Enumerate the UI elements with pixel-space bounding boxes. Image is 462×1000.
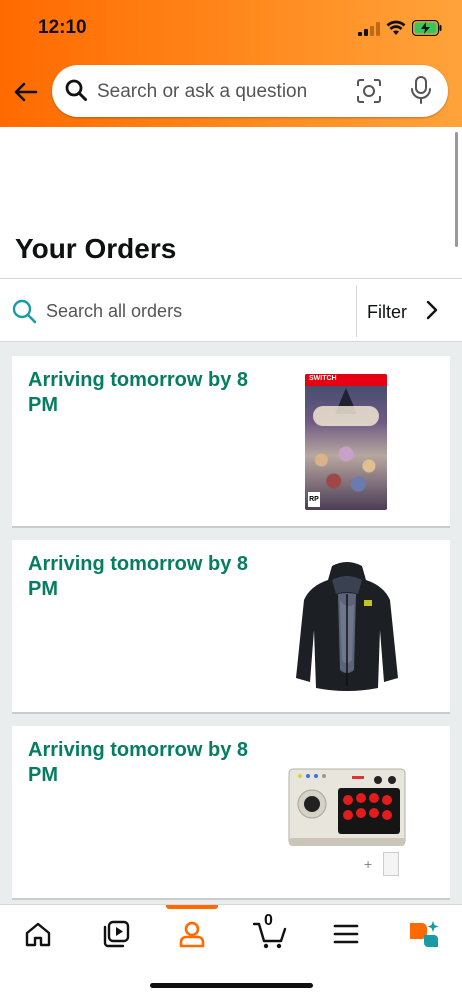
status-time: 12:10 <box>38 17 87 38</box>
account-icon[interactable] <box>177 919 207 949</box>
video-icon[interactable] <box>101 919 131 949</box>
order-card[interactable]: Arriving tomorrow by 8 PM + <box>12 726 450 900</box>
plus-icon: + <box>364 856 373 872</box>
microphone-icon[interactable] <box>410 76 432 104</box>
wifi-icon <box>386 20 406 35</box>
back-arrow-icon[interactable] <box>12 78 40 106</box>
delivery-status: Arriving tomorrow by 8 PM <box>28 739 249 786</box>
delivery-status: Arriving tomorrow by 8 PM <box>28 553 249 600</box>
order-card[interactable]: Arriving tomorrow by 8 PM SWITCH RP <box>12 356 450 528</box>
jacket-image[interactable] <box>292 560 402 692</box>
cart-count: 0 <box>264 912 273 929</box>
order-card[interactable]: Arriving tomorrow by 8 PM <box>12 540 450 714</box>
order-search-row: Search all orders Filter <box>0 278 462 342</box>
search-placeholder[interactable]: Search or ask a question <box>97 81 307 103</box>
battery-charging-icon <box>412 20 442 36</box>
divider <box>356 285 357 337</box>
app-header: 12:10 Search or ask a question <box>0 0 462 127</box>
search-bar[interactable]: Search or ask a question <box>52 65 448 117</box>
order-search-input[interactable]: Search all orders <box>46 301 182 322</box>
order-list: Arriving tomorrow by 8 PM SWITCH RP Arri… <box>0 342 462 904</box>
game-cover-image[interactable]: SWITCH RP <box>305 374 387 510</box>
delivery-status: Arriving tomorrow by 8 PM <box>28 369 249 416</box>
rufus-icon[interactable] <box>407 919 441 949</box>
status-bar: 12:10 <box>0 0 462 58</box>
search-icon <box>12 299 37 324</box>
arcade-stick-image[interactable] <box>288 768 406 848</box>
chevron-right-icon[interactable] <box>424 299 440 321</box>
page-title: Your Orders <box>15 233 177 264</box>
search-icon <box>65 79 87 101</box>
cellular-signal-icon <box>358 22 380 36</box>
accessory-thumbnail[interactable] <box>383 852 399 876</box>
menu-icon[interactable] <box>331 919 361 949</box>
scrollbar[interactable] <box>455 132 458 247</box>
active-tab-indicator <box>166 905 218 909</box>
camera-scan-icon[interactable] <box>356 78 382 104</box>
home-icon[interactable] <box>23 919 53 949</box>
home-indicator[interactable] <box>150 983 313 988</box>
filter-button[interactable]: Filter <box>367 302 407 323</box>
